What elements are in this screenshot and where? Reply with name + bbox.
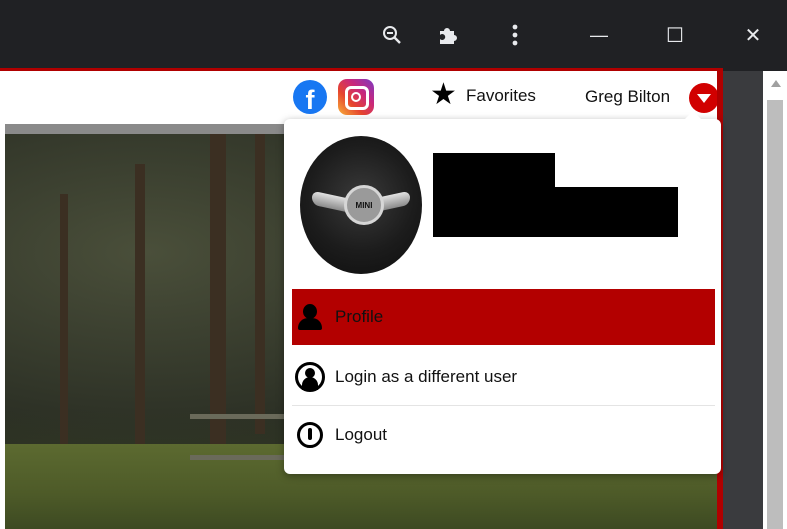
browser-titlebar: — ☐ ✕ xyxy=(0,0,787,68)
tree-trunk xyxy=(60,194,68,454)
avatar: MINI xyxy=(300,136,422,274)
menu-item-login-different-user[interactable]: Login as a different user xyxy=(292,349,715,405)
redacted-block xyxy=(433,187,678,237)
person-icon xyxy=(295,302,325,332)
menu-item-logout[interactable]: Logout xyxy=(292,407,715,463)
menu-item-label: Logout xyxy=(335,425,387,444)
close-button[interactable]: ✕ xyxy=(738,20,768,50)
tree-trunk xyxy=(135,164,145,454)
content-header-bar xyxy=(5,124,305,134)
favorites-link[interactable]: Favorites xyxy=(466,86,536,106)
instagram-icon[interactable] xyxy=(338,79,374,115)
menu-item-label: Login as a different user xyxy=(335,367,518,386)
user-dropdown-menu: MINI Profile Login as a different user L… xyxy=(284,111,721,474)
kebab-menu-icon[interactable] xyxy=(500,20,530,50)
maximize-button[interactable]: ☐ xyxy=(660,20,690,50)
puzzle-icon[interactable] xyxy=(432,20,462,50)
user-menu-name[interactable]: Greg Bilton xyxy=(585,87,670,107)
fence xyxy=(190,414,290,460)
menu-item-profile[interactable]: Profile xyxy=(292,289,715,345)
menu-item-label: Profile xyxy=(335,307,384,326)
scroll-up-arrow-icon[interactable] xyxy=(771,80,781,87)
minimize-button[interactable]: — xyxy=(584,20,614,50)
switch-user-icon xyxy=(295,362,325,392)
zoom-out-icon[interactable] xyxy=(377,20,407,50)
power-icon xyxy=(295,420,325,450)
window-gap xyxy=(723,71,763,529)
dropdown-pointer xyxy=(685,111,701,119)
menu-divider xyxy=(292,405,715,406)
chevron-down-icon[interactable] xyxy=(689,83,719,113)
facebook-icon[interactable]: f xyxy=(293,80,327,114)
star-icon[interactable]: ★ xyxy=(430,80,457,110)
avatar-badge: MINI xyxy=(344,185,384,225)
tree-trunk xyxy=(255,134,265,434)
scrollbar-thumb[interactable] xyxy=(767,100,783,529)
